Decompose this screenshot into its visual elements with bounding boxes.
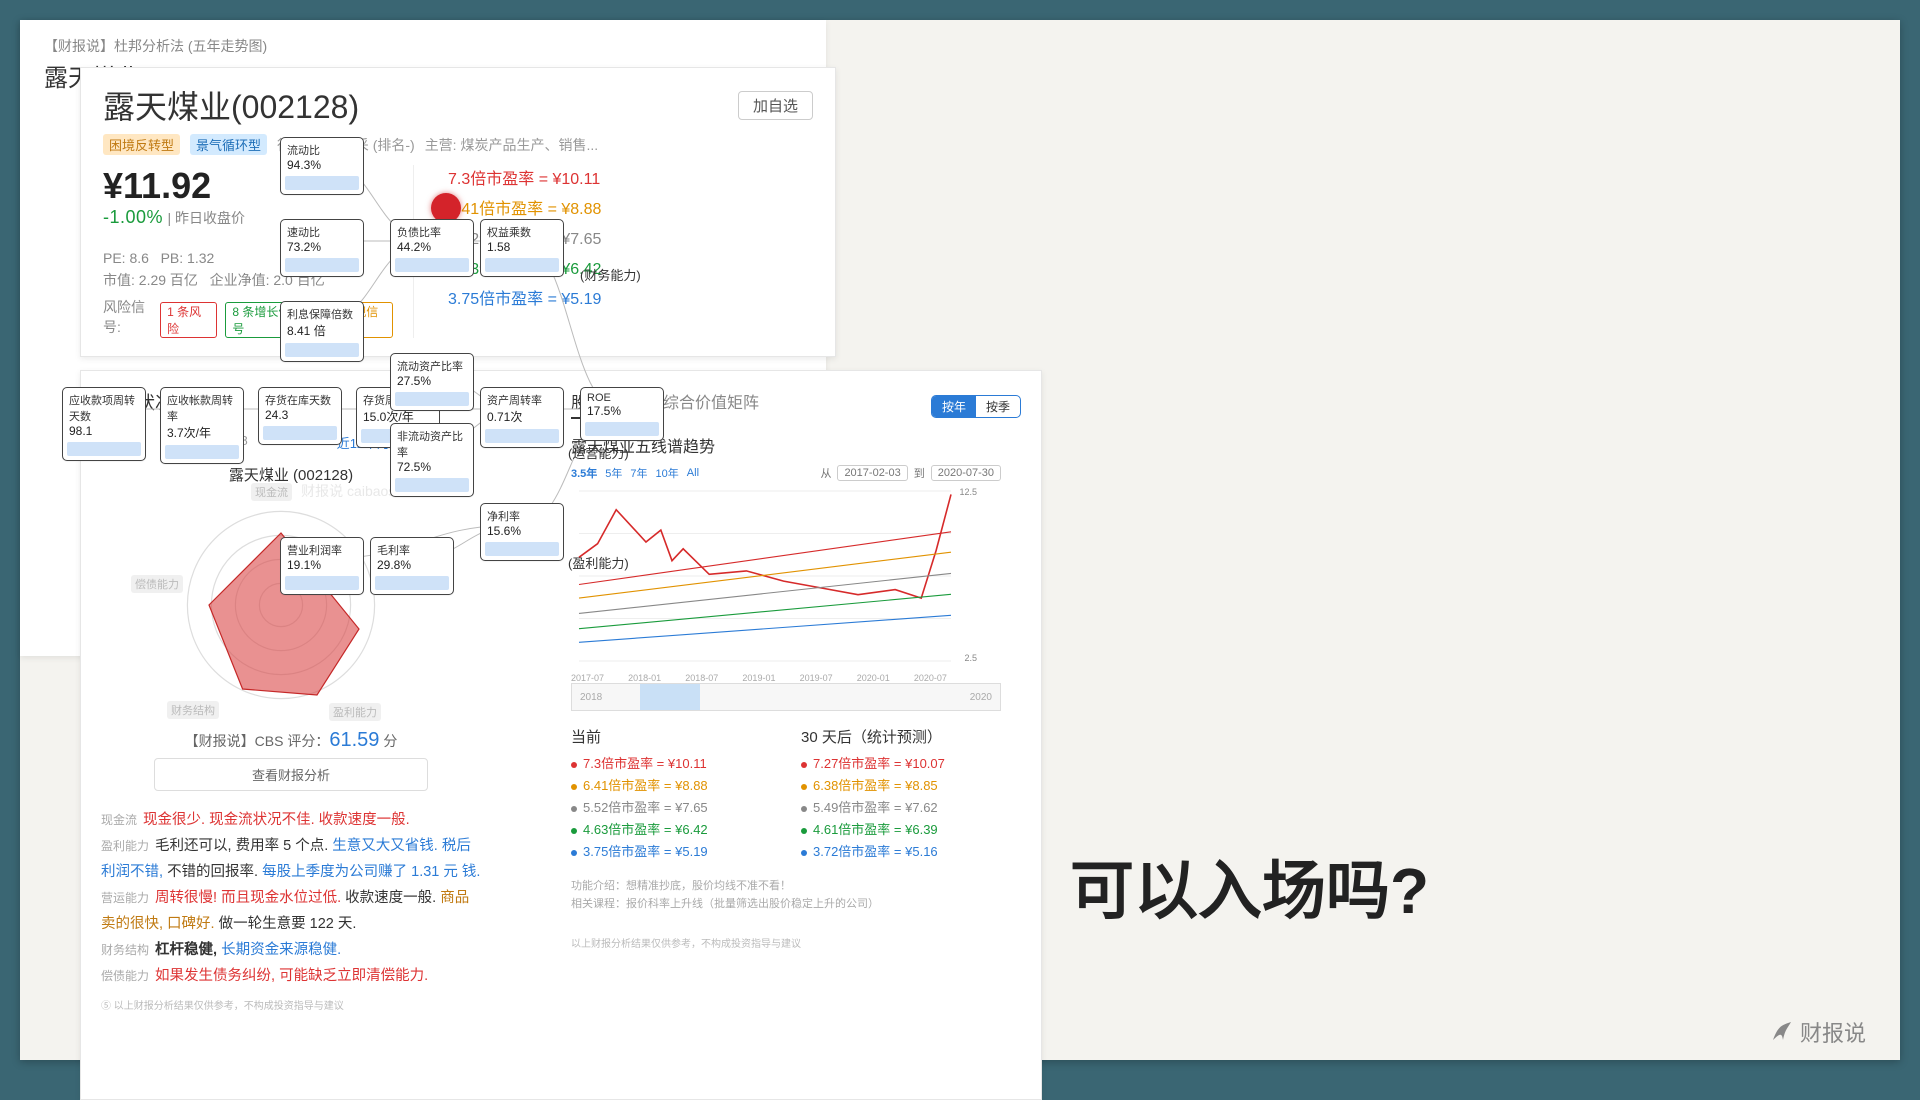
dupont-node-invDays[interactable]: 存货在库天数24.3 (258, 387, 342, 445)
dupont-node-recvTurn[interactable]: 应收帐款周转率3.7次/年 (160, 387, 244, 464)
x-axis-ticks: 2017-072018-012018-072019-012019-072020-… (571, 673, 971, 683)
dupont-node-netMargin[interactable]: 净利率15.6% (480, 503, 564, 561)
dupont-node-grossMargin[interactable]: 毛利率29.8% (370, 537, 454, 595)
date-from[interactable]: 2017-02-03 (837, 465, 907, 481)
dupont-node-recvDays[interactable]: 应收款项周转天数98.1 (62, 387, 146, 461)
dupont-node-quickRatio[interactable]: 速动比73.2% (280, 219, 364, 277)
dupont-node-roe[interactable]: ROE17.5% (580, 387, 664, 441)
dupont-node-curRatio[interactable]: 流动比94.3% (280, 137, 364, 195)
svg-text:2.5: 2.5 (964, 653, 977, 663)
dupont-node-opMargin[interactable]: 营业利润率19.1% (280, 537, 364, 595)
headline-question: 可以入场吗? (1070, 840, 1429, 932)
view-report-button[interactable]: 查看财报分析 (154, 758, 428, 791)
dupont-node-debtRatio[interactable]: 负债比率44.2% (390, 219, 474, 277)
brand-logo: 财报说 (1770, 1016, 1866, 1048)
cbs-score: 【财报说】CBS 评分：61.59 分 (101, 729, 481, 752)
dupont-group-op: (运营能力) (568, 443, 629, 462)
brand-icon (1770, 1020, 1794, 1044)
dupont-node-equityMult[interactable]: 权益乘数1.58 (480, 219, 564, 277)
dupont-node-intCov[interactable]: 利息保障倍数8.41 倍 (280, 301, 364, 362)
svg-text:12.5: 12.5 (959, 487, 977, 497)
date-to[interactable]: 2020-07-30 (931, 465, 1001, 481)
dupont-node-nonCurAssetR[interactable]: 非流动资产比率72.5% (390, 423, 474, 497)
dupont-panel: 【财报说】杜邦分析法 (五年走势图) 露天煤业 (002128) 流动比94.3… (20, 20, 826, 656)
disclaimer: ⑤ 以上财报分析结果仅供参考，不构成投资指导与建议 (101, 997, 481, 1012)
dupont-node-assetTurn[interactable]: 资产周转率0.71次 (480, 387, 564, 448)
dupont-node-curAssetR[interactable]: 流动资产比率27.5% (390, 353, 474, 411)
chart-navigator[interactable]: 2018 2020 (571, 683, 1001, 711)
dupont-subtitle: 【财报说】杜邦分析法 (五年走势图) (44, 36, 802, 56)
analysis-text: 现金流现金很少. 现金流状况不佳. 收款速度一般. 盈利能力毛利还可以, 费用率… (101, 807, 481, 989)
chart-note: 功能介绍：想精准抄底，股价均线不准不看！ 相关课程：报价科率上升线（批量筛选出股… (571, 877, 1001, 913)
dupont-group-fin: (财务能力) (580, 265, 641, 284)
dupont-group-prof: (盈利能力) (568, 553, 629, 572)
